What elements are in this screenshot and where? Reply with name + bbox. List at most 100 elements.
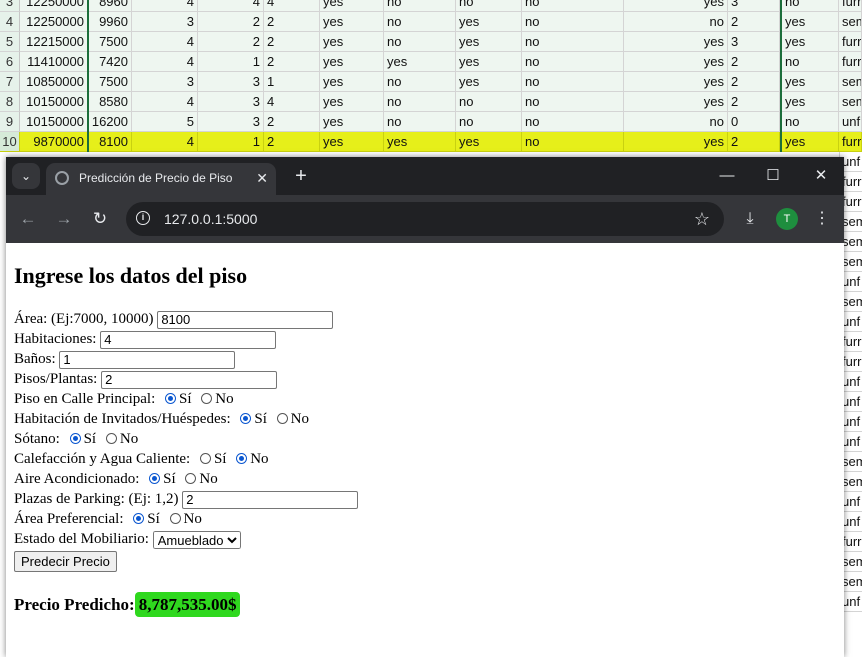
sheet-cell[interactable]: unf <box>839 112 862 132</box>
sheet-cell[interactable]: 8100 <box>88 132 132 152</box>
minimize-icon[interactable]: — <box>704 157 750 195</box>
row-number[interactable]: 3 <box>0 0 20 12</box>
furnishing-select[interactable]: Amueblado <box>152 530 241 549</box>
stories-input[interactable] <box>101 370 278 389</box>
sheet-cell[interactable]: sem <box>839 72 862 92</box>
sheet-cell[interactable]: no <box>384 112 456 132</box>
sheet-cell[interactable]: no <box>456 0 522 12</box>
maximize-icon[interactable]: ☐ <box>750 157 796 195</box>
plus-icon[interactable]: + <box>288 163 314 189</box>
sheet-cell[interactable]: no <box>522 12 624 32</box>
sheet-cell[interactable]: furr <box>839 132 862 152</box>
sheet-cell[interactable]: sem <box>839 12 862 32</box>
sheet-cell[interactable]: no <box>384 0 456 12</box>
row-number[interactable]: 6 <box>0 52 20 72</box>
aircon-yes-radio[interactable] <box>149 473 161 485</box>
sheet-cell[interactable]: 10150000 <box>20 112 88 132</box>
sheet-cell[interactable]: 2 <box>728 132 780 152</box>
sheet-cell[interactable]: yes <box>320 132 384 152</box>
sheet-cell[interactable]: 4 <box>264 0 320 12</box>
sheet-cell[interactable]: 1 <box>198 132 264 152</box>
row-number[interactable]: 7 <box>0 72 20 92</box>
sheet-cell[interactable]: yes <box>456 132 522 152</box>
sheet-cell[interactable]: 7500 <box>88 72 132 92</box>
sheet-cell[interactable]: no <box>522 0 624 12</box>
chevron-down-icon[interactable]: ⌄ <box>12 163 40 189</box>
arrow-left-icon[interactable]: ← <box>14 205 42 233</box>
sheet-cell[interactable]: no <box>624 112 728 132</box>
sheet-cell[interactable]: 9960 <box>88 12 132 32</box>
sheet-cell[interactable]: 3 <box>132 12 198 32</box>
sheet-cell[interactable]: no <box>456 112 522 132</box>
sheet-cell[interactable]: yes <box>456 32 522 52</box>
sheet-cell[interactable]: 2 <box>264 52 320 72</box>
more-vert-icon[interactable]: ⋮ <box>808 205 836 233</box>
row-number[interactable]: 10 <box>0 132 20 152</box>
guestroom-no-radio[interactable] <box>276 413 288 425</box>
sheet-cell[interactable]: no <box>522 52 624 72</box>
bathrooms-input[interactable] <box>59 350 236 369</box>
basement-no-radio[interactable] <box>105 433 117 445</box>
sheet-cell[interactable]: 4 <box>264 92 320 112</box>
area-input[interactable] <box>157 310 334 329</box>
sheet-cell[interactable]: 0 <box>728 112 780 132</box>
sheet-cell[interactable]: yes <box>624 132 728 152</box>
sheet-cell[interactable]: furr <box>839 0 862 12</box>
parking-input[interactable] <box>182 490 359 509</box>
predict-button[interactable]: Predecir Precio <box>14 551 117 572</box>
sheet-cell[interactable]: furr <box>839 52 862 72</box>
address-bar[interactable]: i 127.0.0.1:5000 ☆ <box>126 202 724 236</box>
sheet-cell[interactable]: yes <box>456 12 522 32</box>
sheet-cell[interactable]: 4 <box>132 132 198 152</box>
info-icon[interactable]: i <box>136 211 150 225</box>
sheet-cell[interactable]: yes <box>782 72 839 92</box>
sheet-cell[interactable]: yes <box>384 52 456 72</box>
sheet-cell[interactable]: 3 <box>198 92 264 112</box>
sheet-cell[interactable]: yes <box>624 92 728 112</box>
sheet-cell[interactable]: 2 <box>728 92 780 112</box>
row-number[interactable]: 5 <box>0 32 20 52</box>
sheet-cell[interactable]: yes <box>320 92 384 112</box>
sheet-cell[interactable]: 10150000 <box>20 92 88 112</box>
prefarea-yes-radio[interactable] <box>133 513 145 525</box>
sheet-cell[interactable]: 4 <box>198 0 264 12</box>
sheet-cell[interactable]: yes <box>624 52 728 72</box>
sheet-cell[interactable]: 12250000 <box>20 12 88 32</box>
close-icon[interactable]: ✕ <box>256 163 268 193</box>
sheet-cell[interactable]: yes <box>320 32 384 52</box>
sheet-cell[interactable]: 4 <box>132 52 198 72</box>
row-number[interactable]: 9 <box>0 112 20 132</box>
aircon-no-radio[interactable] <box>185 473 197 485</box>
sheet-cell[interactable]: no <box>384 32 456 52</box>
sheet-cell[interactable]: yes <box>782 32 839 52</box>
basement-yes-radio[interactable] <box>69 433 81 445</box>
download-icon[interactable]: ⤓ <box>736 205 764 233</box>
sheet-cell[interactable]: 3 <box>728 32 780 52</box>
sheet-cell[interactable]: no <box>782 112 839 132</box>
sheet-cell[interactable]: no <box>384 92 456 112</box>
sheet-cell[interactable]: yes <box>624 32 728 52</box>
sheet-cell[interactable]: 2 <box>264 32 320 52</box>
sheet-cell[interactable]: yes <box>782 132 839 152</box>
sheet-cell[interactable]: yes <box>384 132 456 152</box>
sheet-cell[interactable]: 3 <box>198 72 264 92</box>
guestroom-yes-radio[interactable] <box>240 413 252 425</box>
sheet-cell[interactable]: furr <box>839 32 862 52</box>
sheet-cell[interactable]: 9870000 <box>20 132 88 152</box>
sheet-cell[interactable]: 2 <box>264 112 320 132</box>
sheet-cell[interactable]: no <box>522 32 624 52</box>
sheet-cell[interactable]: 3 <box>198 112 264 132</box>
hotwater-yes-radio[interactable] <box>199 453 211 465</box>
row-number[interactable]: 4 <box>0 12 20 32</box>
sheet-cell[interactable]: yes <box>320 12 384 32</box>
sheet-cell[interactable]: 8580 <box>88 92 132 112</box>
sheet-cell[interactable]: no <box>522 132 624 152</box>
sheet-cell[interactable]: sem <box>839 92 862 112</box>
sheet-cell[interactable]: 3 <box>132 72 198 92</box>
sheet-cell[interactable]: yes <box>456 72 522 92</box>
sheet-cell[interactable]: yes <box>320 72 384 92</box>
sheet-cell[interactable]: 1 <box>198 52 264 72</box>
sheet-cell[interactable]: 2 <box>264 132 320 152</box>
sheet-cell[interactable]: 2 <box>728 52 780 72</box>
sheet-cell[interactable]: yes <box>320 0 384 12</box>
